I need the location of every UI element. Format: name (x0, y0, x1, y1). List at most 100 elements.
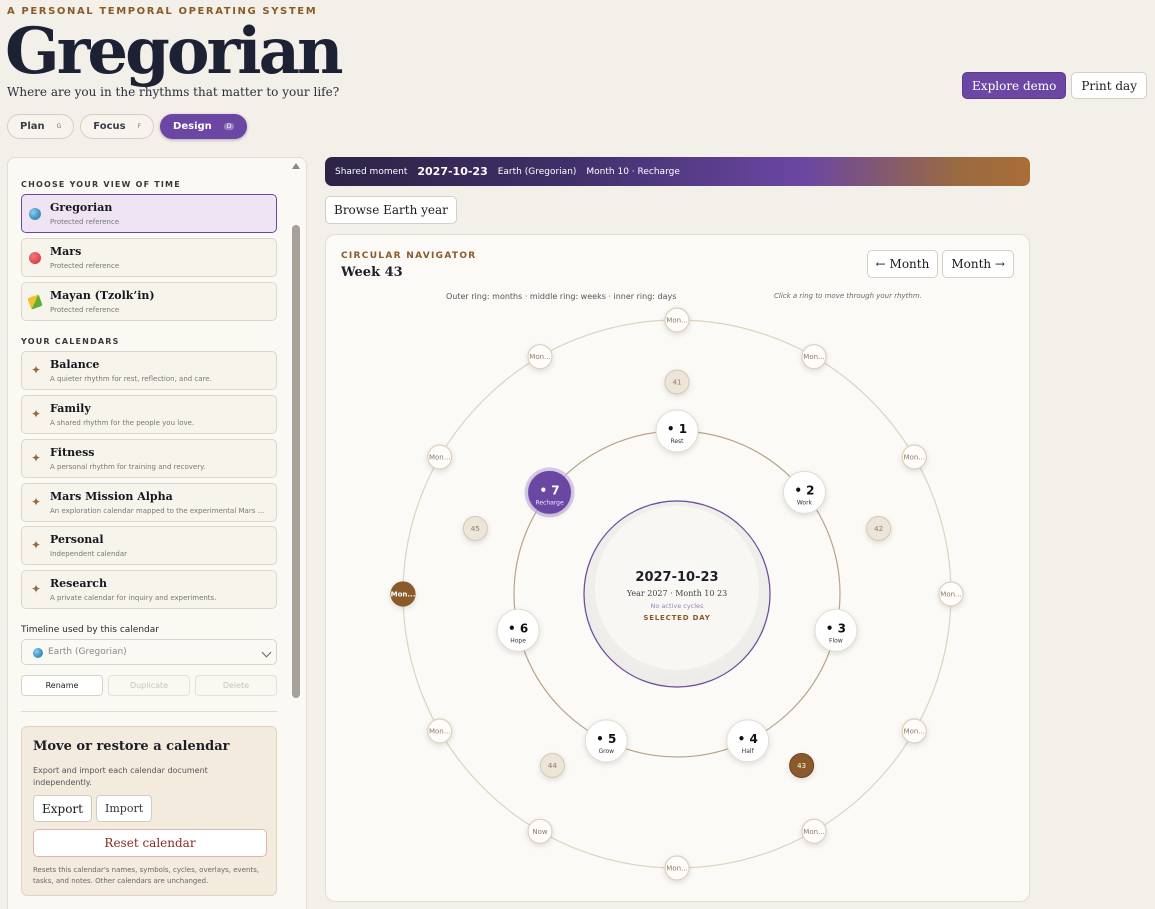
browse-year-button[interactable]: Browse Earth year (325, 196, 457, 224)
mode-focus-shortcut: F (137, 123, 142, 130)
day-node[interactable]: • 2 Work (782, 470, 826, 514)
day-node[interactable]: • 6 Hope (496, 608, 540, 652)
calendar-item-name: Balance (50, 358, 100, 371)
calendar-item-desc: A quieter rhythm for rest, reflection, a… (50, 375, 212, 383)
sparkle-icon: ✦ (31, 495, 42, 509)
week-node[interactable]: 41 (664, 369, 690, 395)
month-node-label: Mon... (803, 353, 824, 361)
day-node[interactable]: • 4 Half (726, 719, 770, 763)
calendar-item-balance[interactable]: ✦ Balance A quieter rhythm for rest, ref… (21, 351, 277, 390)
timeline-label: Timeline used by this calendar (21, 625, 159, 635)
timeline-select[interactable]: Earth (Gregorian) (21, 639, 277, 665)
month-node[interactable]: Mon... (664, 307, 690, 333)
center-date: 2027-10-23 (635, 570, 718, 585)
move-card-buttons: Export Import (33, 795, 153, 822)
delete-button[interactable]: Delete (195, 675, 277, 696)
mode-design-label: Design (173, 121, 212, 132)
center-sub: Year 2027 · Month 10 23 (626, 589, 727, 598)
sidebar-scrollbar[interactable] (292, 158, 304, 909)
month-node[interactable]: Mon... (427, 444, 453, 470)
navigator-rings[interactable]: 2027-10-23 Year 2027 · Month 10 23 No ac… (326, 235, 1029, 901)
scroll-thumb[interactable] (292, 225, 300, 698)
sidebar: CHOOSE YOUR VIEW OF TIME Gregorian Prote… (7, 157, 307, 909)
move-card-body: Export and import each calendar document… (33, 766, 208, 787)
rename-button[interactable]: Rename (21, 675, 103, 696)
month-node-label: Mon... (904, 454, 925, 462)
export-button[interactable]: Export (33, 795, 92, 822)
sparkle-icon: ✦ (31, 582, 42, 596)
month-node[interactable]: Now (527, 818, 553, 844)
view-item-gregorian[interactable]: Gregorian Protected reference (21, 194, 277, 233)
month-node[interactable]: Mon... (801, 818, 827, 844)
week-node-label: 42 (874, 525, 883, 533)
month-node[interactable]: Mon... (427, 718, 453, 744)
earth-icon (33, 648, 43, 658)
app-tagline: Where are you in the rhythms that matter… (7, 85, 340, 99)
day-node[interactable]: • 1 Rest (655, 409, 699, 453)
month-node[interactable]: Mon... (901, 718, 927, 744)
month-node-label: Mon... (666, 317, 687, 325)
reset-note: Resets this calendar's names, symbols, c… (33, 866, 260, 885)
corn-icon (27, 294, 43, 310)
day-node[interactable]: • 7 Recharge (524, 467, 575, 518)
duplicate-button[interactable]: Duplicate (108, 675, 190, 696)
week-node[interactable]: 43 (789, 753, 815, 779)
month-node[interactable]: Mon... (390, 581, 416, 607)
calendar-item-research[interactable]: ✦ Research A private calendar for inquir… (21, 570, 277, 609)
explore-demo-button[interactable]: Explore demo (962, 72, 1067, 99)
day-node-number: • 3 (826, 621, 846, 635)
day-node-label: Hope (510, 637, 526, 644)
calendar-item-fitness[interactable]: ✦ Fitness A personal rhythm for training… (21, 439, 277, 478)
calendar-item-desc: Independent calendar (50, 550, 128, 558)
reset-calendar-button[interactable]: Reset calendar (33, 829, 267, 857)
calendar-item-mars-mission-alpha[interactable]: ✦ Mars Mission Alpha An exploration cale… (21, 483, 277, 522)
month-node[interactable]: Mon... (801, 344, 827, 370)
calendar-item-desc: An exploration calendar mapped to the ex… (50, 507, 265, 515)
view-section-label: CHOOSE YOUR VIEW OF TIME (21, 180, 181, 189)
print-day-button[interactable]: Print day (1071, 72, 1147, 99)
month-node[interactable]: Mon... (901, 444, 927, 470)
view-item-mayan[interactable]: Mayan (Tzolk’in) Protected reference (21, 282, 277, 321)
month-node-label: Mon... (429, 728, 450, 736)
view-item-name: Gregorian (50, 201, 113, 214)
mode-switcher: Plan G Focus F Design D (7, 114, 248, 139)
month-node-label: Mon... (666, 865, 687, 873)
month-node-label: Now (532, 828, 548, 836)
mode-plan-button[interactable]: Plan G (7, 114, 75, 139)
day-node[interactable]: • 5 Grow (584, 719, 628, 763)
moment-label: Shared moment (335, 166, 408, 177)
week-node[interactable]: 42 (866, 515, 892, 541)
mode-focus-button[interactable]: Focus F (80, 114, 155, 139)
center-tag: SELECTED DAY (643, 614, 710, 622)
import-button[interactable]: Import (96, 795, 153, 822)
mars-icon (29, 252, 41, 264)
mode-design-button[interactable]: Design D (160, 114, 248, 139)
shared-moment-bar: Shared moment 2027-10-23 Earth (Gregoria… (325, 157, 1030, 186)
day-node[interactable]: • 3 Flow (814, 608, 858, 652)
week-node-label: 44 (548, 762, 557, 770)
day-node-label: Rest (670, 438, 684, 445)
month-node[interactable]: Mon... (938, 581, 964, 607)
day-node-number: • 6 (508, 621, 528, 635)
moment-date: 2027-10-23 (417, 165, 488, 178)
day-node-label: Grow (598, 748, 614, 755)
week-node[interactable]: 44 (539, 753, 565, 779)
move-restore-card: Move or restore a calendar Export and im… (21, 726, 277, 896)
month-node[interactable]: Mon... (527, 344, 553, 370)
day-node-number: • 7 (539, 483, 559, 497)
week-node-label: 43 (797, 762, 806, 770)
day-node-number: • 1 (667, 422, 687, 436)
day-node-label: Work (797, 499, 813, 506)
day-node-number: • 2 (794, 483, 814, 497)
scroll-up-icon[interactable] (292, 163, 300, 169)
calendar-item-personal[interactable]: ✦ Personal Independent calendar (21, 526, 277, 565)
month-node[interactable]: Mon... (664, 855, 690, 881)
center-cycles: No active cycles (651, 602, 705, 610)
week-node[interactable]: 45 (462, 515, 488, 541)
calendar-item-desc: A personal rhythm for training and recov… (50, 463, 206, 471)
calendar-item-desc: A private calendar for inquiry and exper… (50, 594, 217, 602)
view-item-mars[interactable]: Mars Protected reference (21, 238, 277, 277)
calendar-item-family[interactable]: ✦ Family A shared rhythm for the people … (21, 395, 277, 434)
divider (21, 711, 277, 712)
view-item-name: Mayan (Tzolk’in) (50, 289, 155, 302)
